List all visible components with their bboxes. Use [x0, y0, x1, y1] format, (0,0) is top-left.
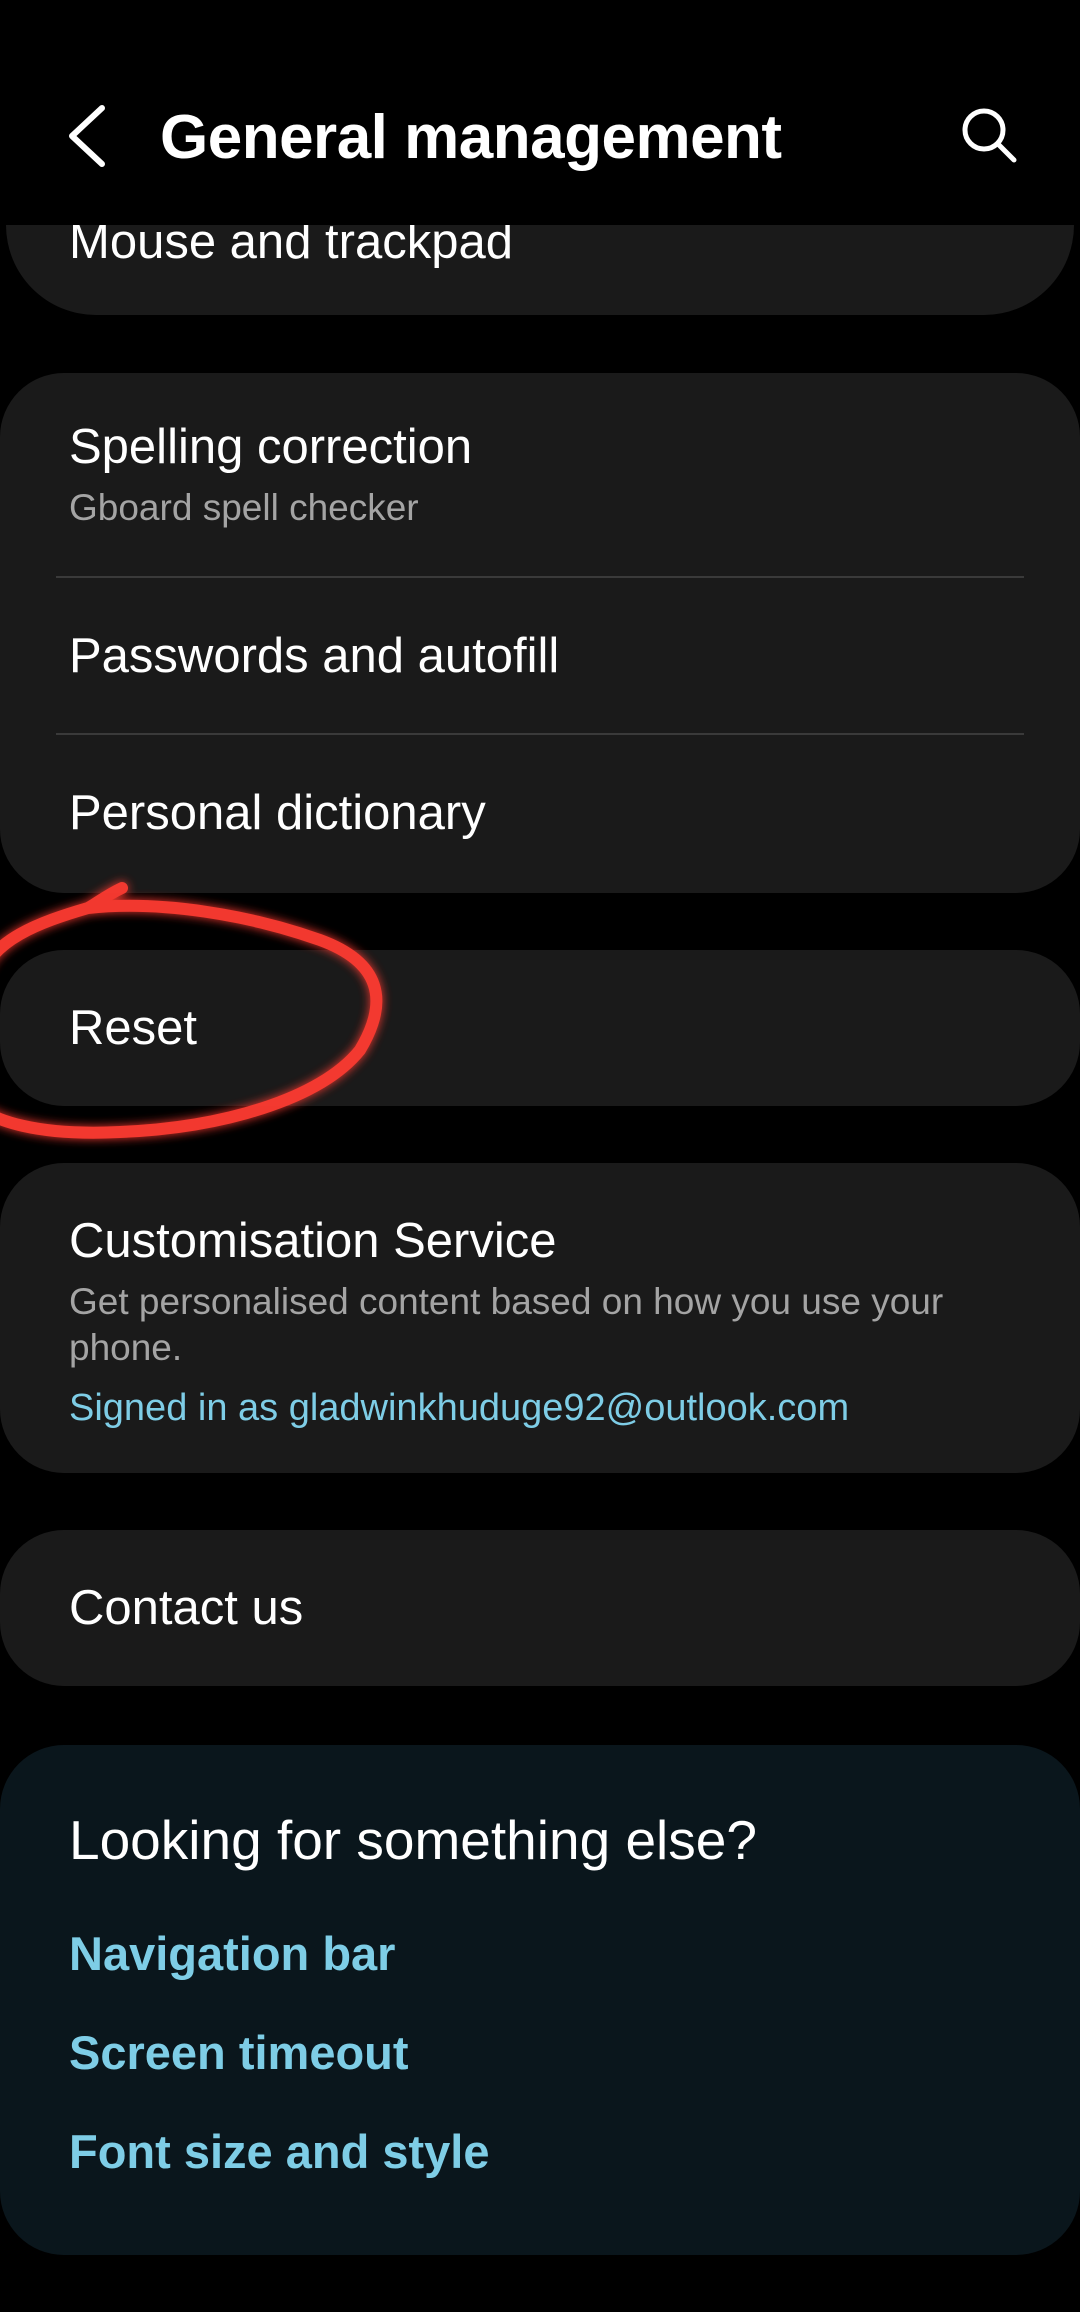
suggestion-navigation-bar[interactable]: Navigation bar: [69, 1925, 395, 1983]
suggestions-title: Looking for something else?: [69, 1809, 757, 1871]
customisation-service-item[interactable]: Customisation Service Get personalised c…: [0, 1163, 1080, 1473]
reset-label: Reset: [69, 1001, 198, 1055]
page-title: General management: [160, 103, 782, 172]
suggestion-screen-timeout[interactable]: Screen timeout: [69, 2024, 409, 2082]
personal-dictionary-label: Personal dictionary: [69, 786, 486, 840]
input-settings-card: Spelling correction Gboard spell checker…: [0, 373, 1080, 893]
app-bar: General management: [0, 0, 1080, 225]
spelling-correction-label: Spelling correction: [69, 420, 473, 474]
screen: Mouse and trackpad General management Sp…: [0, 0, 1080, 2312]
customisation-service-subtitle-2: phone.: [69, 1327, 183, 1368]
passwords-autofill-item[interactable]: Passwords and autofill: [0, 578, 1080, 735]
chevron-left-icon: [69, 105, 105, 167]
search-button[interactable]: [958, 104, 1020, 166]
contact-us-item[interactable]: Contact us: [0, 1530, 1080, 1686]
passwords-autofill-label: Passwords and autofill: [69, 629, 560, 683]
customisation-service-label: Customisation Service: [69, 1214, 557, 1268]
spelling-correction-subtitle: Gboard spell checker: [69, 487, 419, 528]
reset-item[interactable]: Reset: [0, 950, 1080, 1106]
suggestions-card: Looking for something else? Navigation b…: [0, 1745, 1080, 2255]
contact-us-label: Contact us: [69, 1581, 304, 1635]
signed-in-account: Signed in as gladwinkhuduge92@outlook.co…: [69, 1387, 850, 1429]
search-icon: [962, 108, 1017, 163]
suggestion-font-size-style[interactable]: Font size and style: [69, 2123, 489, 2181]
back-button[interactable]: [58, 100, 118, 172]
customisation-service-subtitle-1: Get personalised content based on how yo…: [69, 1281, 944, 1322]
personal-dictionary-item[interactable]: Personal dictionary: [0, 735, 1080, 893]
spelling-correction-item[interactable]: Spelling correction Gboard spell checker: [0, 373, 1080, 578]
